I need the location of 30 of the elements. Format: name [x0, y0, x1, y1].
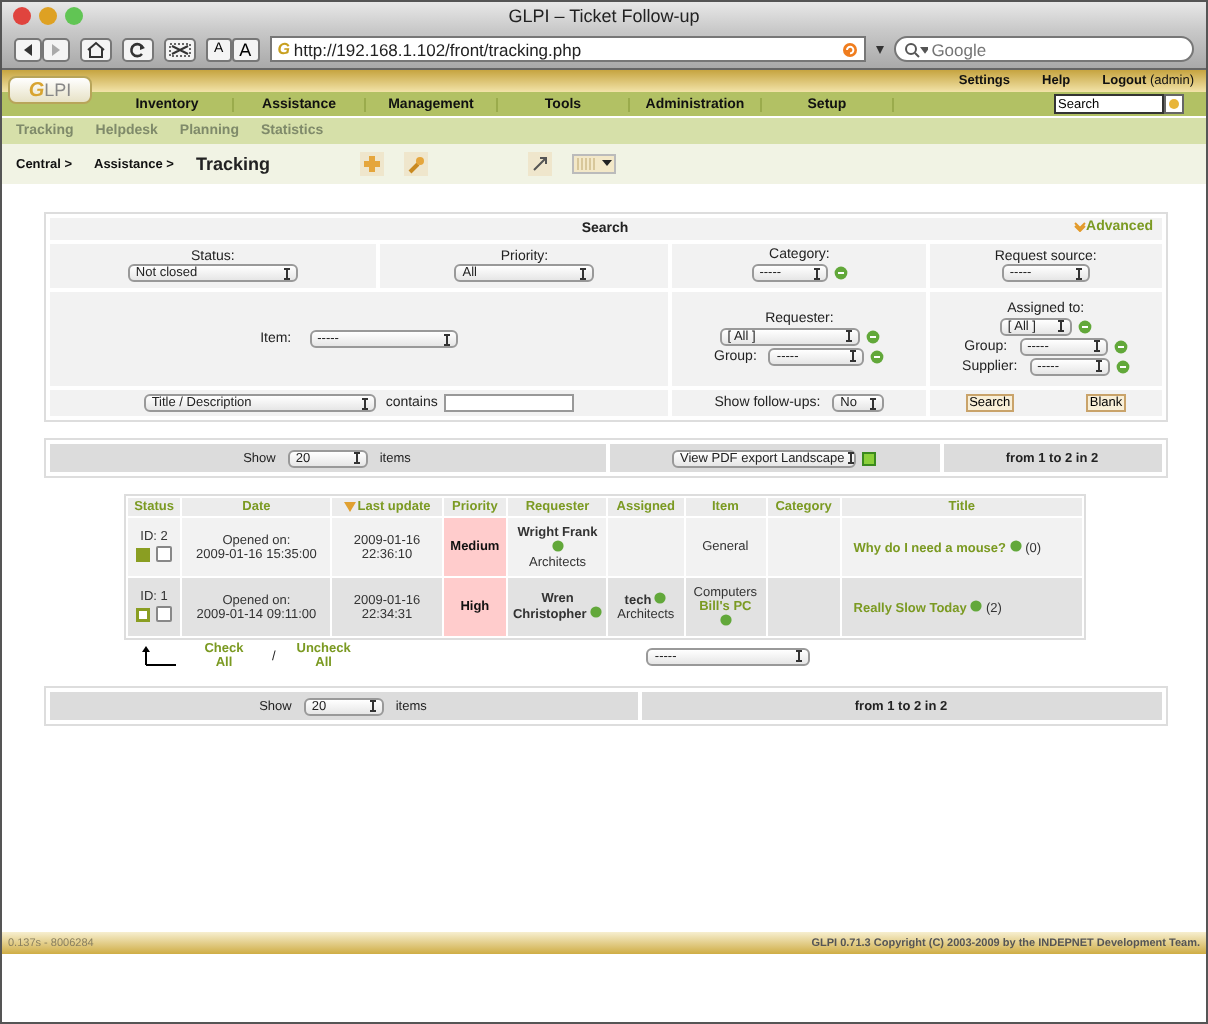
zoom-icon[interactable] — [64, 6, 84, 26]
search-text-field[interactable] — [443, 394, 574, 412]
chevron-icon — [1074, 222, 1087, 232]
page-title: Tracking — [195, 154, 270, 174]
back-icon[interactable] — [14, 37, 42, 61]
reload-icon[interactable] — [122, 37, 154, 61]
dropdown-icon[interactable] — [875, 45, 884, 53]
forward-icon[interactable] — [42, 37, 70, 61]
row-checkbox[interactable] — [156, 606, 173, 622]
close-icon[interactable] — [12, 6, 32, 26]
search-go-icon[interactable] — [1164, 94, 1184, 114]
circle-arrow-icon[interactable] — [841, 41, 858, 57]
text-size-button[interactable]: A — [231, 37, 260, 61]
export-go-icon[interactable] — [862, 451, 876, 465]
wrench-icon[interactable] — [403, 152, 428, 176]
site-favicon: G — [277, 40, 290, 58]
home-icon[interactable] — [80, 37, 112, 61]
scissors-icon[interactable] — [164, 37, 196, 61]
window-title: GLPI – Ticket Follow-up — [508, 6, 700, 26]
search-icon[interactable] — [903, 41, 928, 57]
search-field[interactable]: Google — [893, 36, 1194, 62]
add-icon[interactable] — [359, 152, 384, 176]
sort-icon — [343, 502, 356, 512]
search-input[interactable]: Google — [927, 39, 1136, 59]
row-checkbox[interactable] — [156, 546, 173, 562]
export-icon[interactable] — [527, 152, 552, 176]
select-arrow-icon — [140, 646, 176, 666]
minimize-icon[interactable] — [38, 6, 58, 26]
column-dropdown-icon[interactable] — [571, 154, 616, 174]
address-field[interactable]: G http://192.168.1.102/front/tracking.php — [269, 36, 866, 62]
